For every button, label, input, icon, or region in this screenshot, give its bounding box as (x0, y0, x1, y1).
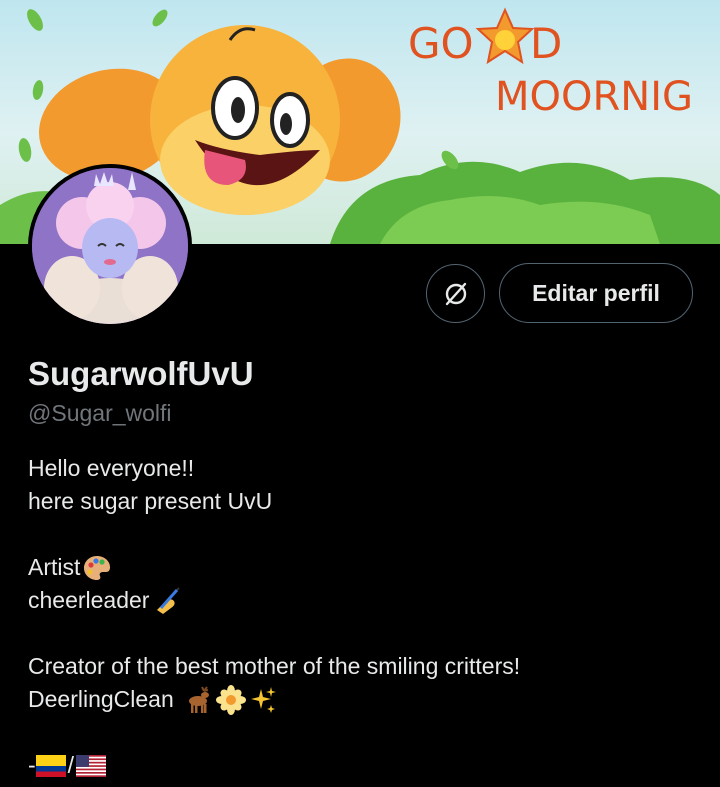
bio-line: DeerlingClean (28, 683, 698, 716)
sparkles-icon (248, 685, 278, 715)
blossom-icon (215, 684, 246, 715)
banner-title-line2: MOORNIG (495, 74, 693, 120)
bio-line: cheerleader (28, 584, 698, 617)
profile-bio: Hello everyone!! here sugar present UvU … (28, 452, 698, 782)
bio-text: DeerlingClean (28, 686, 174, 712)
bio-text: Artist (28, 554, 81, 580)
circle-slash-button[interactable] (426, 264, 485, 323)
banner-title-line1: GO (408, 19, 474, 68)
bio-line: Creator of the best mother of the smilin… (28, 650, 698, 683)
display-name: SugarwolfUvU (28, 355, 254, 392)
edit-profile-button[interactable]: Editar perfil (499, 263, 693, 323)
deer-icon (184, 685, 214, 715)
circle-slash-icon (445, 282, 466, 305)
bio-text: - (28, 752, 36, 778)
bio-text: Hello everyone!! (28, 455, 195, 481)
bio-line: here sugar present UvU (28, 485, 698, 518)
artist-palette-icon (82, 553, 112, 583)
bio-text: here sugar present UvU (28, 488, 273, 514)
writing-hand-icon (151, 586, 181, 616)
svg-text:D: D (530, 19, 562, 68)
bio-line: - / (28, 749, 698, 782)
bio-text: cheerleader (28, 587, 150, 613)
usa-flag-icon (76, 754, 107, 777)
avatar[interactable] (28, 164, 192, 328)
bio-line: Hello everyone!! (28, 452, 698, 485)
bio-text: / (67, 752, 75, 778)
bio-line: Artist (28, 551, 698, 584)
colombia-flag-icon (35, 754, 66, 777)
user-handle: @Sugar_wolfi (28, 400, 172, 426)
pink-wolf-avatar (32, 168, 188, 324)
bio-text: Creator of the best mother of the smilin… (28, 653, 521, 679)
